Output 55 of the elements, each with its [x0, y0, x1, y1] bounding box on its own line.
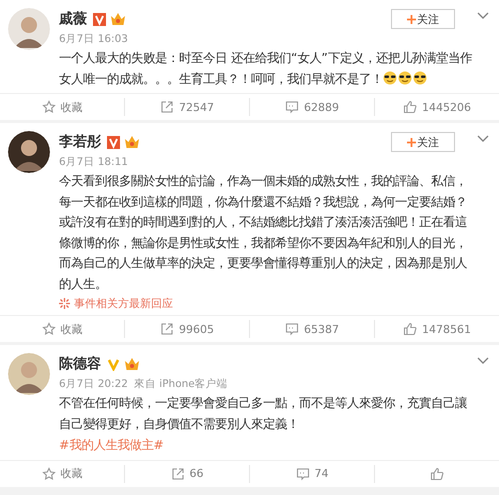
crown-icon: [110, 12, 126, 26]
like-button[interactable]: 1478561: [374, 320, 499, 338]
user-name[interactable]: 戚薇: [59, 10, 87, 28]
thumbs-up-icon: [403, 100, 417, 114]
repost-button[interactable]: 72547: [124, 98, 249, 116]
chevron-down-icon[interactable]: [477, 135, 489, 143]
favorite-button[interactable]: 收藏: [0, 464, 124, 482]
favorite-button[interactable]: 收藏: [0, 98, 124, 116]
user-name[interactable]: 陈德容: [59, 355, 101, 373]
plus-icon: [407, 14, 416, 24]
repost-button[interactable]: 66: [124, 464, 249, 482]
comment-button[interactable]: 65387: [249, 320, 374, 338]
avatar: [8, 353, 50, 395]
post-text: 不管在任何時候，一定要學會愛自己多一點，而不是等人來愛你，充實自己讓自己變得更好，自身價值不需要別人來定義！: [59, 394, 468, 432]
comment-button[interactable]: 62889: [249, 98, 374, 116]
thumbs-up-icon: [430, 466, 444, 480]
comment-icon: [285, 100, 299, 114]
sunglasses-emoji-icon: [383, 70, 397, 84]
chevron-down-icon[interactable]: [477, 357, 489, 365]
avatar: [8, 131, 50, 173]
hashtag-link[interactable]: #我的人生我做主#: [59, 437, 164, 452]
related-news-link[interactable]: 事件相关方最新回应: [74, 296, 173, 311]
sparkle-icon: [59, 298, 70, 309]
share-icon: [160, 322, 174, 336]
star-icon: [42, 322, 56, 336]
sunglasses-emoji-icon: [398, 70, 412, 84]
post-text: 今天看到很多關於女性的討論，作為一個未婚的成熟女性，我的評論、私信，每一天都在收到這樣的問題，你為什麼還不結婚？我想說，為何一定要結婚？或許沒有在對的時間遇到對的人，不結婚總比找錯了湊活湊活強吧！正在看這條微博的你，無論你是男性或女性，我都希望你不要因為年紀和別人的目光，而為自己的人生做草率的決定，更要學會懂得尊重別人的決定，因為那是別人的人生。: [59, 172, 468, 292]
star-icon: [42, 100, 56, 114]
crown-icon: [124, 135, 140, 149]
chevron-down-icon[interactable]: [477, 12, 489, 20]
user-name[interactable]: 李若彤: [59, 133, 101, 151]
like-button[interactable]: 1445206: [374, 98, 499, 116]
post-source: 來自 iPhone客户端: [134, 377, 228, 391]
avatar: [8, 8, 50, 50]
comment-button[interactable]: 74: [249, 464, 374, 482]
verified-icon: [107, 136, 120, 148]
verified-icon: [107, 358, 120, 370]
follow-button[interactable]: 关注: [391, 132, 455, 152]
star-icon: [42, 466, 56, 480]
sunglasses-emoji-icon: [413, 70, 427, 84]
comment-icon: [285, 322, 299, 336]
favorite-button[interactable]: 收藏: [0, 320, 124, 338]
crown-icon: [124, 357, 140, 371]
share-icon: [160, 100, 174, 114]
plus-icon: [407, 138, 416, 146]
comment-icon: [296, 466, 310, 480]
share-icon: [170, 466, 184, 480]
post-time[interactable]: 6月7日 20:22: [59, 377, 128, 391]
post-time[interactable]: 6月7日 16:03: [59, 32, 128, 46]
follow-button[interactable]: 关注: [391, 9, 455, 29]
post-time[interactable]: 6月7日 18:11: [59, 155, 128, 169]
post-text: 一个人最大的失败是：时至今日 还在给我们“女人”下定义，还把儿孙满堂当作女人唯一的成就。。。生育工具？！呵呵，我们早就不是了！: [59, 49, 473, 88]
repost-button[interactable]: 99605: [124, 320, 249, 338]
thumbs-up-icon: [403, 322, 417, 336]
verified-icon: [93, 12, 106, 26]
